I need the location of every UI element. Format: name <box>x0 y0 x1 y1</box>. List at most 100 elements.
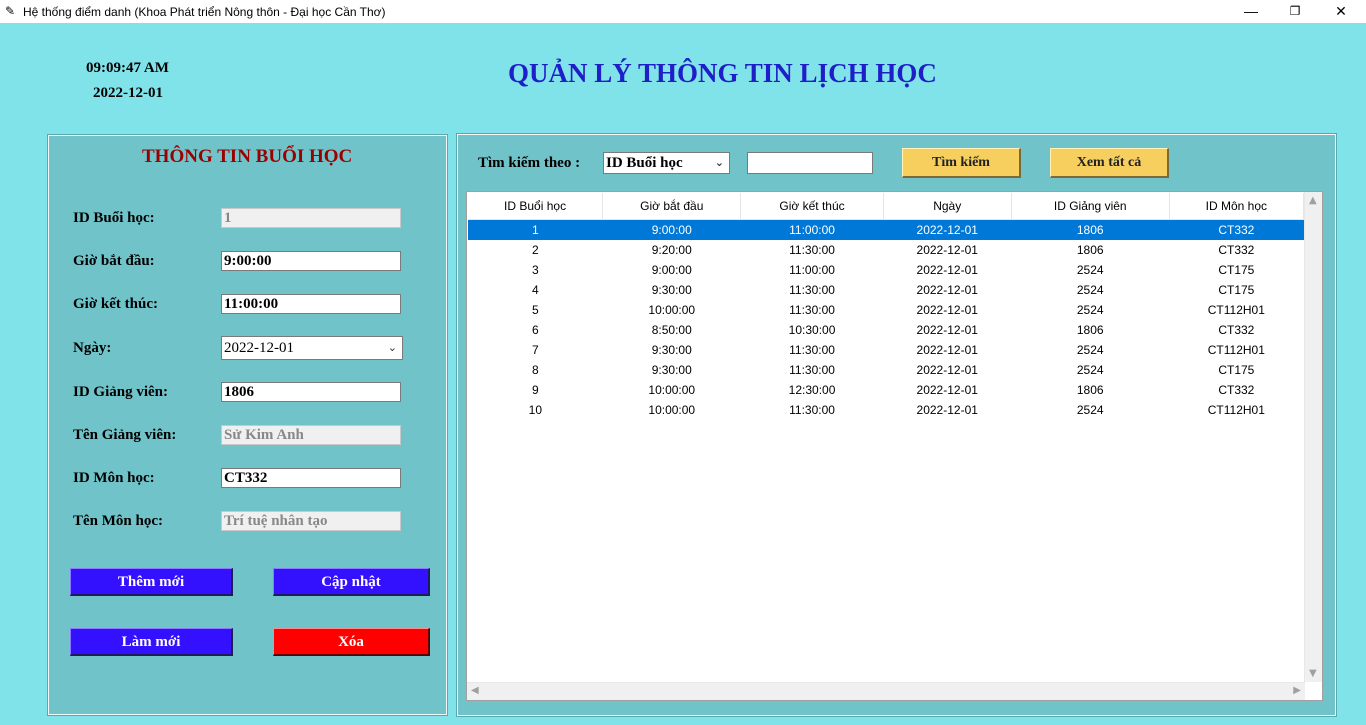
window-titlebar: ✎ Hệ thống điểm danh (Khoa Phát triển Nô… <box>0 0 1366 23</box>
table-cell: 6 <box>531 323 539 337</box>
table-row[interactable]: 8 9:30:00 11:30:00 2022-12-01 2524 CT175 <box>468 360 1304 380</box>
table-cell: 10:00:00 <box>648 403 696 417</box>
table-row[interactable]: 10 10:00:00 11:30:00 2022-12-01 2524 CT112H01 <box>468 400 1304 420</box>
table-cell: CT112H01 <box>1207 303 1265 317</box>
table-cell: 10 <box>528 403 542 417</box>
id-giang-vien-field[interactable] <box>221 382 401 402</box>
schedule-list-panel: Tìm kiếm theo : ID Buổi học ⌄ Tìm kiếm X… <box>456 133 1337 717</box>
table-cell: 2022-12-01 <box>916 283 978 297</box>
ngay-label: Ngày: <box>73 340 112 356</box>
table-cell: 2524 <box>1076 403 1104 417</box>
table-cell: 3 <box>531 263 539 277</box>
id-buoi-hoc-field <box>221 208 401 228</box>
column-header[interactable]: ID Môn học <box>1169 193 1305 220</box>
ten-mon-hoc-field <box>221 511 401 531</box>
clock-time: 09:09:47 AM <box>86 60 169 76</box>
minimize-button[interactable]: — <box>1228 0 1274 23</box>
table-cell: 9:20:00 <box>651 243 692 257</box>
table-cell: 9 <box>531 383 539 397</box>
view-all-button[interactable]: Xem tất cả <box>1050 148 1169 178</box>
table-cell: 2022-12-01 <box>916 403 978 417</box>
id-mon-hoc-field[interactable] <box>221 468 401 488</box>
table-row[interactable]: 7 9:30:00 11:30:00 2022-12-01 2524 CT112H01 <box>468 340 1304 360</box>
id-mon-hoc-label: ID Môn học: <box>73 470 155 486</box>
table-cell: 9:30:00 <box>651 283 692 297</box>
table-row[interactable]: 6 8:50:00 10:30:00 2022-12-01 1806 CT332 <box>468 320 1304 340</box>
table-cell: 4 <box>531 283 539 297</box>
table-cell: 10:30:00 <box>788 323 836 337</box>
table-cell: 1 <box>468 219 603 240</box>
column-header[interactable]: Giờ bắt đầu <box>602 193 742 220</box>
table-row[interactable]: 2 9:20:00 11:30:00 2022-12-01 1806 CT332 <box>468 240 1304 260</box>
search-by-label: Tìm kiếm theo : <box>478 155 581 171</box>
scroll-down-icon[interactable]: ▼ <box>1309 668 1317 679</box>
table-cell: 1806 <box>1076 323 1104 337</box>
table-body: 1 9:00:00 11:00:00 2022-12-01 1806 CT332 2 9:20… <box>468 219 1304 421</box>
column-header[interactable]: Giờ kết thúc <box>740 193 884 220</box>
update-button[interactable]: Cập nhật <box>273 568 430 596</box>
table-cell: 11:30:00 <box>789 403 835 417</box>
table-header-row: ID Buổi học Giờ bắt đầu Giờ kết thúc Ngà… <box>468 193 1305 220</box>
column-header[interactable]: ID Giảng viên <box>1011 193 1170 220</box>
ngay-date-picker[interactable]: 2022-12-01 ⌄ <box>221 336 403 360</box>
table-cell: 2524 <box>1076 283 1104 297</box>
table-cell: 7 <box>531 343 539 357</box>
table-cell: CT112H01 <box>1207 403 1265 417</box>
table-cell: 2022-12-01 <box>916 343 978 357</box>
table-row[interactable]: 5 10:00:00 11:30:00 2022-12-01 2524 CT112H01 <box>468 300 1304 320</box>
table-cell: 12:30:00 <box>788 383 836 397</box>
table-cell: 11:30:00 <box>789 343 835 357</box>
chevron-down-icon[interactable]: ⌄ <box>388 337 397 359</box>
scroll-left-icon[interactable]: ◀ <box>471 685 479 696</box>
column-header[interactable]: Ngày <box>883 193 1012 220</box>
ten-giang-vien-field <box>221 425 401 445</box>
table-cell: 10:00:00 <box>648 303 696 317</box>
table-cell: CT175 <box>1218 263 1255 277</box>
delete-button[interactable]: Xóa <box>273 628 430 656</box>
restore-button[interactable]: ❐ <box>1272 0 1318 23</box>
vertical-scrollbar[interactable]: ▲ ▼ <box>1304 192 1322 682</box>
gio-bat-dau-field[interactable] <box>221 251 401 271</box>
table-cell: 8 <box>531 363 539 377</box>
table-cell: 8:50:00 <box>651 323 692 337</box>
chevron-down-icon[interactable]: ⌄ <box>715 153 724 173</box>
table-cell: 2524 <box>1076 363 1104 377</box>
scroll-right-icon[interactable]: ▶ <box>1293 685 1301 696</box>
id-buoi-hoc-label: ID Buổi học: <box>73 210 155 226</box>
table-row[interactable]: 9 10:00:00 12:30:00 2022-12-01 1806 CT332 <box>468 380 1304 400</box>
gio-ket-thuc-label: Giờ kết thúc: <box>73 296 158 312</box>
table-cell: CT175 <box>1218 363 1255 377</box>
ten-giang-vien-label: Tên Giảng viên: <box>73 427 177 443</box>
page-title: QUẢN LÝ THÔNG TIN LỊCH HỌC <box>508 58 937 88</box>
table-cell: 9:30:00 <box>651 343 692 357</box>
search-button[interactable]: Tìm kiếm <box>902 148 1021 178</box>
table-cell: CT175 <box>1218 283 1255 297</box>
add-button[interactable]: Thêm mới <box>70 568 233 596</box>
table-cell: 2022-12-01 <box>916 323 978 337</box>
table-cell: 11:00:00 <box>789 263 835 277</box>
close-button[interactable]: ✕ <box>1318 0 1364 23</box>
table-cell: 2524 <box>1076 303 1104 317</box>
search-field-value: ID Buổi học <box>606 155 683 171</box>
table-row[interactable]: 4 9:30:00 11:30:00 2022-12-01 2524 CT175 <box>468 280 1304 300</box>
column-header[interactable]: ID Buổi học <box>468 193 604 220</box>
form-title: THÔNG TIN BUỔI HỌC <box>142 146 353 167</box>
search-field-select[interactable]: ID Buổi học ⌄ <box>603 152 730 174</box>
refresh-button[interactable]: Làm mới <box>70 628 233 656</box>
table-cell: CT332 <box>1169 219 1304 240</box>
table-cell: CT332 <box>1218 383 1255 397</box>
scroll-up-icon[interactable]: ▲ <box>1309 195 1317 206</box>
table-cell: 1806 <box>1076 243 1104 257</box>
table-cell: 2022-12-01 <box>916 363 978 377</box>
clock-date: 2022-12-01 <box>93 85 163 101</box>
table-cell: 5 <box>531 303 539 317</box>
horizontal-scrollbar[interactable]: ◀ ▶ <box>467 682 1305 700</box>
schedule-table[interactable]: ID Buổi học Giờ bắt đầu Giờ kết thúc Ngà… <box>466 191 1323 701</box>
window-title: Hệ thống điểm danh (Khoa Phát triển Nông… <box>23 5 386 19</box>
gio-ket-thuc-field[interactable] <box>221 294 401 314</box>
search-input[interactable] <box>747 152 873 174</box>
table-row[interactable]: 3 9:00:00 11:00:00 2022-12-01 2524 CT175 <box>468 260 1304 280</box>
table-row[interactable]: 1 9:00:00 11:00:00 2022-12-01 1806 CT332 <box>468 219 1304 240</box>
table-cell: 2022-12-01 <box>883 219 1012 240</box>
table-cell: 2022-12-01 <box>916 263 978 277</box>
